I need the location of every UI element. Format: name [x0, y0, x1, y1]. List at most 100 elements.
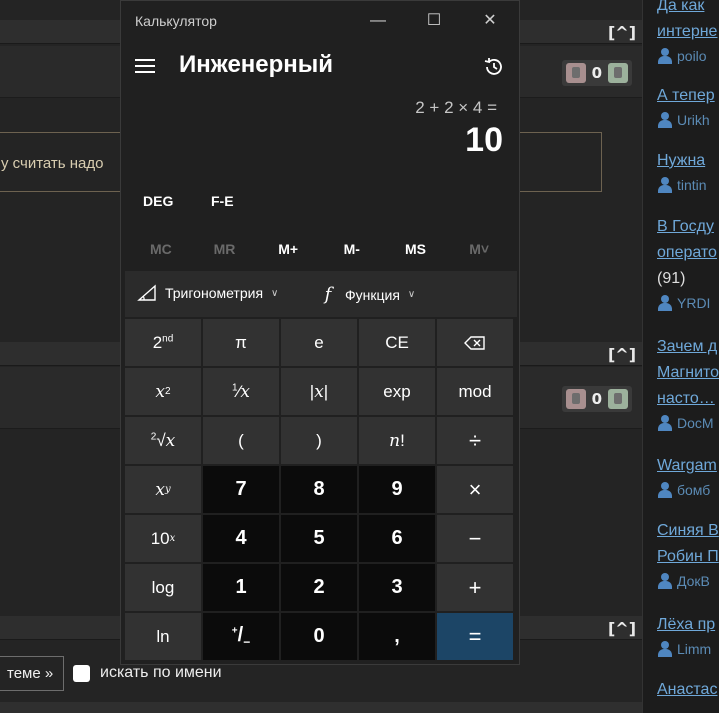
topic-author[interactable]: YRDI [657, 292, 719, 314]
decimal-button[interactable]: , [359, 613, 435, 660]
pi-button[interactable]: π [203, 319, 279, 366]
topic-link[interactable]: операто [657, 240, 719, 266]
topic-link[interactable]: А тепер [657, 83, 719, 109]
reciprocal-button[interactable]: 1⁄x [203, 368, 279, 415]
trigonometry-label: Тригонометрия [165, 285, 264, 301]
scroll-top-link[interactable]: [^] [608, 23, 636, 42]
vote-count: 0 [591, 390, 602, 408]
vote-widget: 0 [561, 386, 632, 412]
topic-link[interactable]: насто… [657, 386, 719, 412]
digit-0-button[interactable]: 0 [281, 613, 357, 660]
thumb-down-icon[interactable] [565, 389, 586, 409]
function-dropdown[interactable]: f Функция ∨ [319, 284, 416, 305]
subtract-button[interactable]: − [437, 515, 513, 562]
scroll-top-link[interactable]: [^] [608, 619, 636, 638]
thumb-down-icon[interactable] [565, 63, 586, 83]
exp-button[interactable]: exp [359, 368, 435, 415]
digit-3-button[interactable]: 3 [359, 564, 435, 611]
keypad: 2nd π e CE x2 1⁄x |x| exp mod 2√x ( ) n!… [125, 319, 517, 660]
topic-link[interactable]: интерне [657, 19, 719, 45]
title-bar[interactable]: Калькулятор — ☐ ✕ [121, 1, 519, 41]
thumb-up-icon[interactable] [608, 63, 628, 83]
triangle-icon [137, 284, 156, 301]
negate-button[interactable]: +/− [203, 613, 279, 660]
topic-author[interactable]: бомб [657, 479, 719, 501]
minimize-button[interactable]: — [363, 9, 393, 33]
angle-unit-button[interactable]: DEG [143, 193, 173, 209]
topic-author[interactable]: poilo [657, 45, 719, 67]
user-icon [657, 482, 673, 498]
sidebar-topic: Лёха пр Limm [657, 612, 719, 660]
topic-author[interactable]: Limm [657, 638, 719, 660]
power-button[interactable]: xy [125, 466, 201, 513]
user-icon [657, 415, 673, 431]
absolute-button[interactable]: |x| [281, 368, 357, 415]
memory-list-button[interactable]: M˅ [450, 233, 508, 265]
trigonometry-dropdown[interactable]: Тригонометрия ∨ [137, 284, 278, 302]
e-button[interactable]: e [281, 319, 357, 366]
history-icon[interactable] [483, 56, 505, 78]
add-button[interactable]: + [437, 564, 513, 611]
second-button[interactable]: 2nd [125, 319, 201, 366]
square-root-button[interactable]: 2√x [125, 417, 201, 464]
clear-entry-button[interactable]: CE [359, 319, 435, 366]
user-icon [657, 641, 673, 657]
mod-button[interactable]: mod [437, 368, 513, 415]
search-by-name-checkbox[interactable] [73, 665, 90, 682]
topics-sidebar: Да как интерне poilo А тепер Urikh Нужна… [642, 0, 719, 713]
close-paren-button[interactable]: ) [281, 417, 357, 464]
ms-button[interactable]: MS [386, 233, 444, 265]
angle-bar: DEG F-E [121, 187, 519, 219]
digit-8-button[interactable]: 8 [281, 466, 357, 513]
log-button[interactable]: log [125, 564, 201, 611]
equals-button[interactable]: = [437, 613, 513, 660]
digit-1-button[interactable]: 1 [203, 564, 279, 611]
m-plus-button[interactable]: M+ [259, 233, 317, 265]
mc-button[interactable]: MC [132, 233, 190, 265]
calculator-window: Калькулятор — ☐ ✕ Инженерный 2 + 2 × 4 =… [120, 0, 520, 665]
digit-9-button[interactable]: 9 [359, 466, 435, 513]
topic-link[interactable]: Да как [657, 0, 719, 19]
sidebar-topic: Анастас [657, 677, 719, 703]
topic-link[interactable]: Нужна [657, 148, 719, 174]
topic-link[interactable]: Робин П [657, 544, 719, 570]
sidebar-topic: Wargam бомб [657, 453, 719, 501]
digit-5-button[interactable]: 5 [281, 515, 357, 562]
open-paren-button[interactable]: ( [203, 417, 279, 464]
backspace-button[interactable] [437, 319, 513, 366]
digit-4-button[interactable]: 4 [203, 515, 279, 562]
chevron-down-icon: ∨ [407, 289, 416, 300]
ln-button[interactable]: ln [125, 613, 201, 660]
factorial-button[interactable]: n! [359, 417, 435, 464]
thumb-up-icon[interactable] [608, 389, 628, 409]
ten-power-button[interactable]: 10 x [125, 515, 201, 562]
topic-link[interactable]: Анастас [657, 677, 719, 703]
mr-button[interactable]: MR [195, 233, 253, 265]
digit-7-button[interactable]: 7 [203, 466, 279, 513]
digit-2-button[interactable]: 2 [281, 564, 357, 611]
user-icon [657, 177, 673, 193]
user-icon [657, 573, 673, 589]
topic-link[interactable]: Магнито [657, 360, 719, 386]
topic-author[interactable]: Urikh [657, 109, 719, 131]
topic-link[interactable]: Зачем д [657, 334, 719, 360]
multiply-button[interactable]: × [437, 466, 513, 513]
divide-button[interactable]: ÷ [437, 417, 513, 464]
topic-link[interactable]: Wargam [657, 453, 719, 479]
topic-author[interactable]: DocM [657, 412, 719, 434]
digit-6-button[interactable]: 6 [359, 515, 435, 562]
close-button[interactable]: ✕ [475, 9, 505, 33]
bottom-strip [0, 702, 642, 713]
topic-link[interactable]: В Госду [657, 214, 719, 240]
topic-link[interactable]: Лёха пр [657, 612, 719, 638]
fe-button[interactable]: F-E [211, 193, 234, 209]
maximize-button[interactable]: ☐ [419, 9, 449, 33]
topic-author[interactable]: ДокВ [657, 570, 719, 592]
square-button[interactable]: x2 [125, 368, 201, 415]
m-minus-button[interactable]: M- [323, 233, 381, 265]
hamburger-menu-icon[interactable] [135, 59, 155, 75]
topic-link[interactable]: Синяя В [657, 518, 719, 544]
scroll-top-link[interactable]: [^] [608, 345, 636, 364]
topic-author[interactable]: tintin [657, 174, 719, 196]
theme-button[interactable]: теме » [0, 656, 65, 691]
